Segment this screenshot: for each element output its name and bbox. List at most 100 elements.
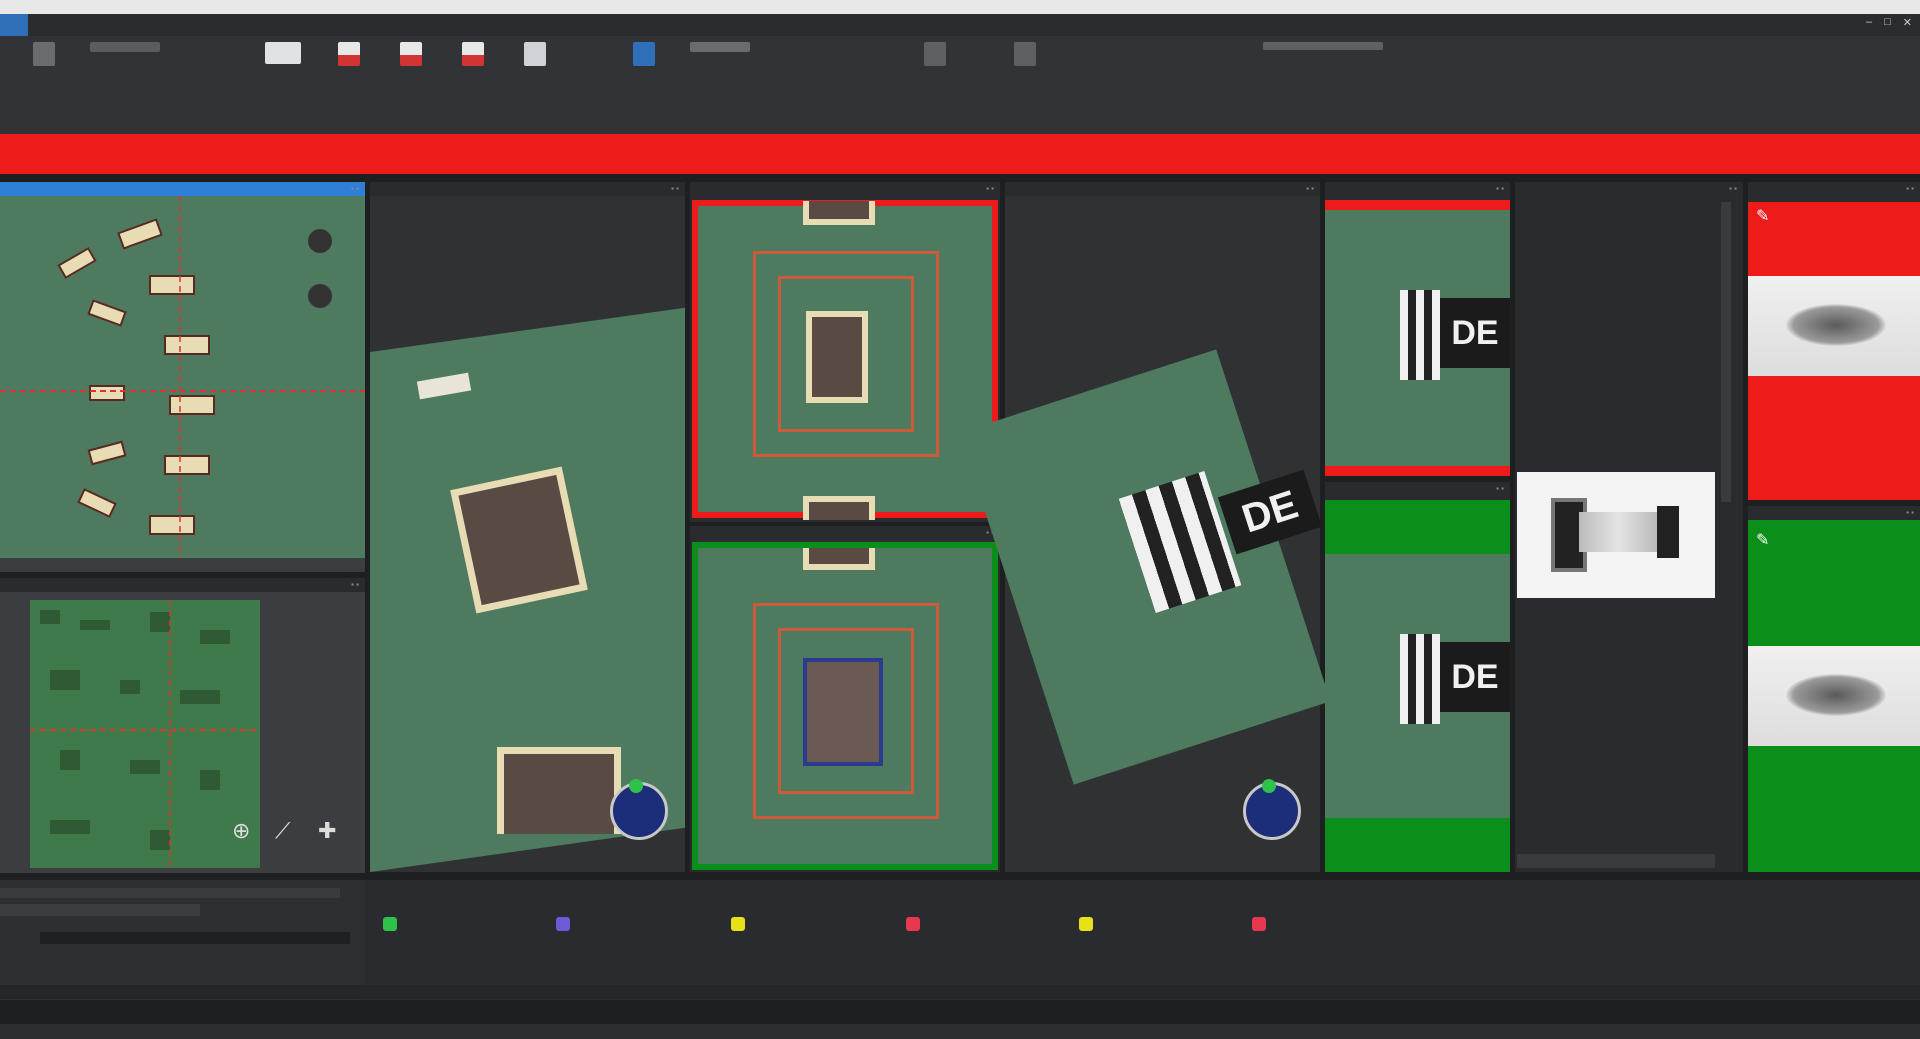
- overview-panel-header: ▪ ▪: [0, 182, 365, 196]
- board-map-panel-header: ▪ ▪: [0, 578, 365, 592]
- view6-bottom-panel: ▪ ▪ ✎: [1748, 506, 1920, 872]
- settings-icon: [924, 42, 946, 66]
- view6-bottom-image[interactable]: ✎: [1748, 520, 1920, 872]
- ribbon-button-4[interactable]: [323, 42, 375, 69]
- view3-panel-header: ▪ ▪: [1005, 182, 1320, 196]
- alert-bar: [0, 134, 1920, 174]
- xray-body: [1579, 512, 1657, 552]
- status-indicator-red[interactable]: [1252, 917, 1266, 931]
- document-icon: [400, 42, 422, 66]
- maximize-button[interactable]: □: [1884, 16, 1891, 29]
- dropdown-icon: [90, 42, 160, 52]
- board-map-panel: ▪ ▪ ⊕ ⟋ ✚: [0, 578, 365, 873]
- pin-icon[interactable]: ▪ ▪: [1906, 182, 1914, 196]
- window-controls: – □ ✕: [1866, 16, 1912, 29]
- view5-vertical-scrollbar[interactable]: [1721, 202, 1731, 502]
- menu-bar: [0, 14, 1920, 36]
- ribbon-group-labels: [0, 118, 1920, 132]
- view1-panel: ▪ ▪: [370, 182, 685, 873]
- ribbon-button-2[interactable]: [80, 42, 170, 55]
- ribbon-button-6[interactable]: [447, 42, 499, 69]
- pin-icon[interactable]: ▪ ▪: [1496, 182, 1504, 196]
- view2-bottom-panel-header: ▪ ▪: [690, 526, 1000, 540]
- solder-pad: [497, 747, 621, 834]
- ribbon-button-1[interactable]: [18, 42, 70, 69]
- ribbon-button-3[interactable]: [253, 42, 313, 67]
- pin-icon[interactable]: ▪ ▪: [1906, 506, 1914, 520]
- view5-scrollbar[interactable]: [1517, 854, 1715, 868]
- status-indicator-yellow[interactable]: [731, 917, 745, 931]
- view1-panel-header: ▪ ▪: [370, 182, 685, 196]
- solder-pad: [806, 311, 868, 403]
- view4-top-image[interactable]: DE: [1325, 200, 1510, 476]
- component-marking: DE: [1440, 298, 1510, 368]
- list-icon: [690, 42, 750, 52]
- pin-icon[interactable]: ▪ ▪: [1496, 482, 1504, 496]
- document-icon: [462, 42, 484, 66]
- view2-bottom-panel: ▪ ▪: [690, 526, 1000, 872]
- minimize-button[interactable]: –: [1866, 16, 1872, 29]
- ribbon-button-9[interactable]: [680, 42, 760, 55]
- ribbon-button-10[interactable]: [890, 42, 980, 69]
- view2-bottom-image[interactable]: [692, 542, 998, 870]
- pin-icon[interactable]: ▪ ▪: [351, 182, 359, 196]
- info-header: [0, 888, 340, 898]
- menu-tab-file[interactable]: [0, 14, 28, 36]
- status-indicator-yellow[interactable]: [1079, 917, 1093, 931]
- board-overview-image[interactable]: [0, 196, 365, 558]
- info-value: [0, 904, 200, 916]
- profile-band: [1748, 646, 1920, 746]
- edit-icon[interactable]: ✎: [1756, 530, 1769, 550]
- edit-icon[interactable]: ✎: [1756, 206, 1769, 226]
- checkbox-icon: [1263, 42, 1383, 50]
- pin-icon[interactable]: ▪ ▪: [351, 578, 359, 592]
- view5-panel-header: ▪ ▪: [1515, 182, 1743, 196]
- view2-top-panel-header: ▪ ▪: [690, 182, 1000, 196]
- ribbon-button-5[interactable]: [385, 42, 437, 69]
- components-layout: [0, 196, 365, 558]
- pin-icon[interactable]: ▪ ▪: [671, 182, 679, 196]
- solder-profile: [1786, 304, 1886, 346]
- view4-bottom-image[interactable]: DE: [1325, 500, 1510, 872]
- close-button[interactable]: ✕: [1903, 16, 1912, 29]
- view4-bottom-panel-header: ▪ ▪: [1325, 482, 1510, 496]
- ribbon-group-1: [10, 42, 178, 122]
- status-indicator-green[interactable]: [383, 917, 397, 931]
- ribbon-button-11[interactable]: [990, 42, 1060, 69]
- ribbon-button-12[interactable]: [1248, 42, 1398, 53]
- measure-icon[interactable]: ⟋: [275, 818, 290, 844]
- ribbon-group-3: [610, 42, 1068, 122]
- pin-icon[interactable]: ▪ ▪: [1729, 182, 1737, 196]
- info-field[interactable]: [40, 932, 350, 944]
- pin-icon[interactable]: ▪ ▪: [1306, 182, 1314, 196]
- results-area: [0, 880, 1920, 1000]
- action-button[interactable]: [610, 779, 668, 840]
- document-icon: [524, 42, 546, 66]
- component-info-panel: [0, 880, 365, 1000]
- component-body: [1400, 634, 1440, 724]
- status-indicator-purple[interactable]: [556, 917, 570, 931]
- zoom-icon[interactable]: ⊕: [232, 818, 250, 844]
- profile-band: [1748, 276, 1920, 376]
- status-indicator-red[interactable]: [906, 917, 920, 931]
- view6-top-image[interactable]: ✎: [1748, 202, 1920, 500]
- view2-top-image[interactable]: [692, 200, 998, 520]
- camera-icon: [265, 42, 301, 64]
- view4-top-panel-header: ▪ ▪: [1325, 182, 1510, 196]
- view3-panel: ▪ ▪ DE: [959, 182, 1331, 872]
- ribbon-button-7[interactable]: [509, 42, 561, 69]
- board-map-image[interactable]: [30, 600, 260, 868]
- view4-bottom-panel: ▪ ▪ DE: [1325, 482, 1510, 872]
- xray-lead: [1657, 506, 1679, 558]
- action-button[interactable]: [1243, 779, 1301, 840]
- xray-image[interactable]: [1517, 472, 1715, 598]
- view2-top-panel: ▪ ▪: [690, 182, 1000, 522]
- output-pane: [0, 985, 1920, 999]
- cursor-icon: [633, 42, 655, 66]
- add-icon[interactable]: ✚: [318, 818, 336, 844]
- view5-panel: ▪ ▪: [1515, 182, 1743, 872]
- ribbon-button-8[interactable]: [618, 42, 670, 69]
- map-grid: [30, 600, 260, 868]
- solder-profile: [1786, 674, 1886, 716]
- pin-icon[interactable]: ▪ ▪: [986, 182, 994, 196]
